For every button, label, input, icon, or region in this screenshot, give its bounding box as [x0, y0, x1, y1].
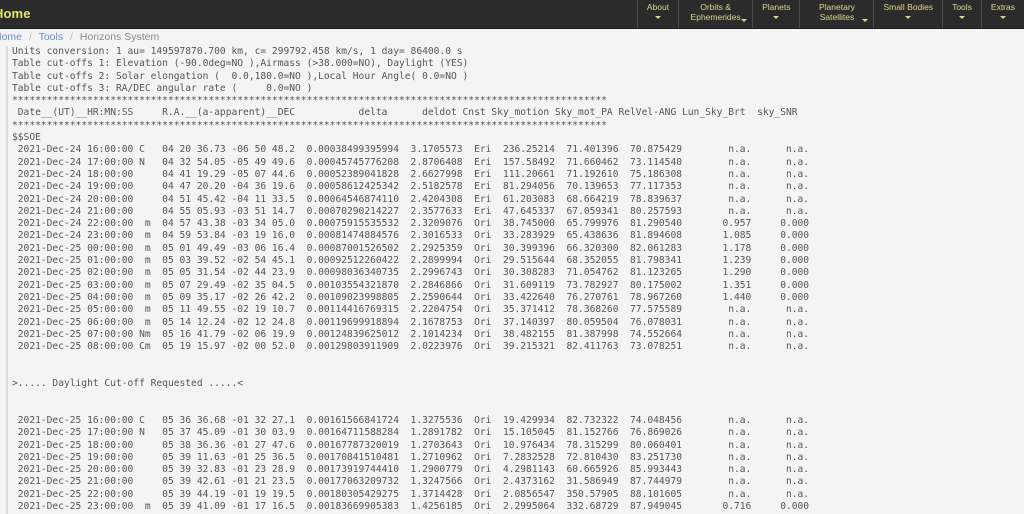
nav-item-planetary-satellites[interactable]: Planetary Satellites	[799, 0, 873, 28]
breadcrumb-link-home[interactable]: Home	[0, 31, 22, 43]
nav-item-planetary-satellites-label: Planetary Satellites	[809, 3, 864, 23]
chevron-down-icon	[741, 19, 747, 22]
chevron-down-icon	[655, 16, 661, 19]
nav-item-extras-label: Extras	[991, 3, 1015, 13]
nav-item-planets[interactable]: Planets	[752, 0, 799, 28]
chevron-down-icon	[862, 19, 868, 22]
breadcrumb-link-tools[interactable]: Tools	[39, 31, 64, 43]
nav-item-extras[interactable]: Extras	[981, 0, 1024, 28]
chevron-down-icon	[905, 16, 911, 19]
nav-item-small-bodies-label: Small Bodies	[883, 3, 933, 13]
nav-item-tools[interactable]: Tools	[942, 0, 981, 28]
breadcrumb-separator: /	[25, 31, 36, 43]
nav-item-tools-label: Tools	[952, 3, 972, 13]
chevron-down-icon	[959, 16, 965, 19]
nav-item-orbits-ephemerides[interactable]: Orbits & Ephemerides	[678, 0, 752, 28]
top-navigation-bar: Home About Orbits & Ephemerides Planets …	[0, 0, 1024, 29]
nav-item-small-bodies[interactable]: Small Bodies	[873, 0, 942, 28]
nav-item-planets-label: Planets	[762, 3, 790, 13]
nav-item-about[interactable]: About	[637, 0, 678, 28]
site-brand-home[interactable]: Home	[0, 0, 31, 28]
breadcrumb: Home / Tools / Horizons System	[0, 29, 1018, 46]
nav-item-about-label: About	[647, 3, 669, 13]
chevron-down-icon	[773, 16, 779, 19]
breadcrumb-current-page: Horizons System	[80, 31, 159, 43]
ephemeris-output-text[interactable]: Units conversion: 1 au= 149597870.700 km…	[12, 46, 809, 514]
output-left-rule	[6, 46, 8, 514]
breadcrumb-separator: /	[66, 31, 77, 43]
ephemeris-output-panel: Units conversion: 1 au= 149597870.700 km…	[0, 46, 1024, 514]
chevron-down-icon	[1000, 16, 1006, 19]
nav-item-orbits-ephemerides-label: Orbits & Ephemerides	[688, 3, 743, 23]
main-nav-menu: About Orbits & Ephemerides Planets Plane…	[637, 0, 1024, 28]
